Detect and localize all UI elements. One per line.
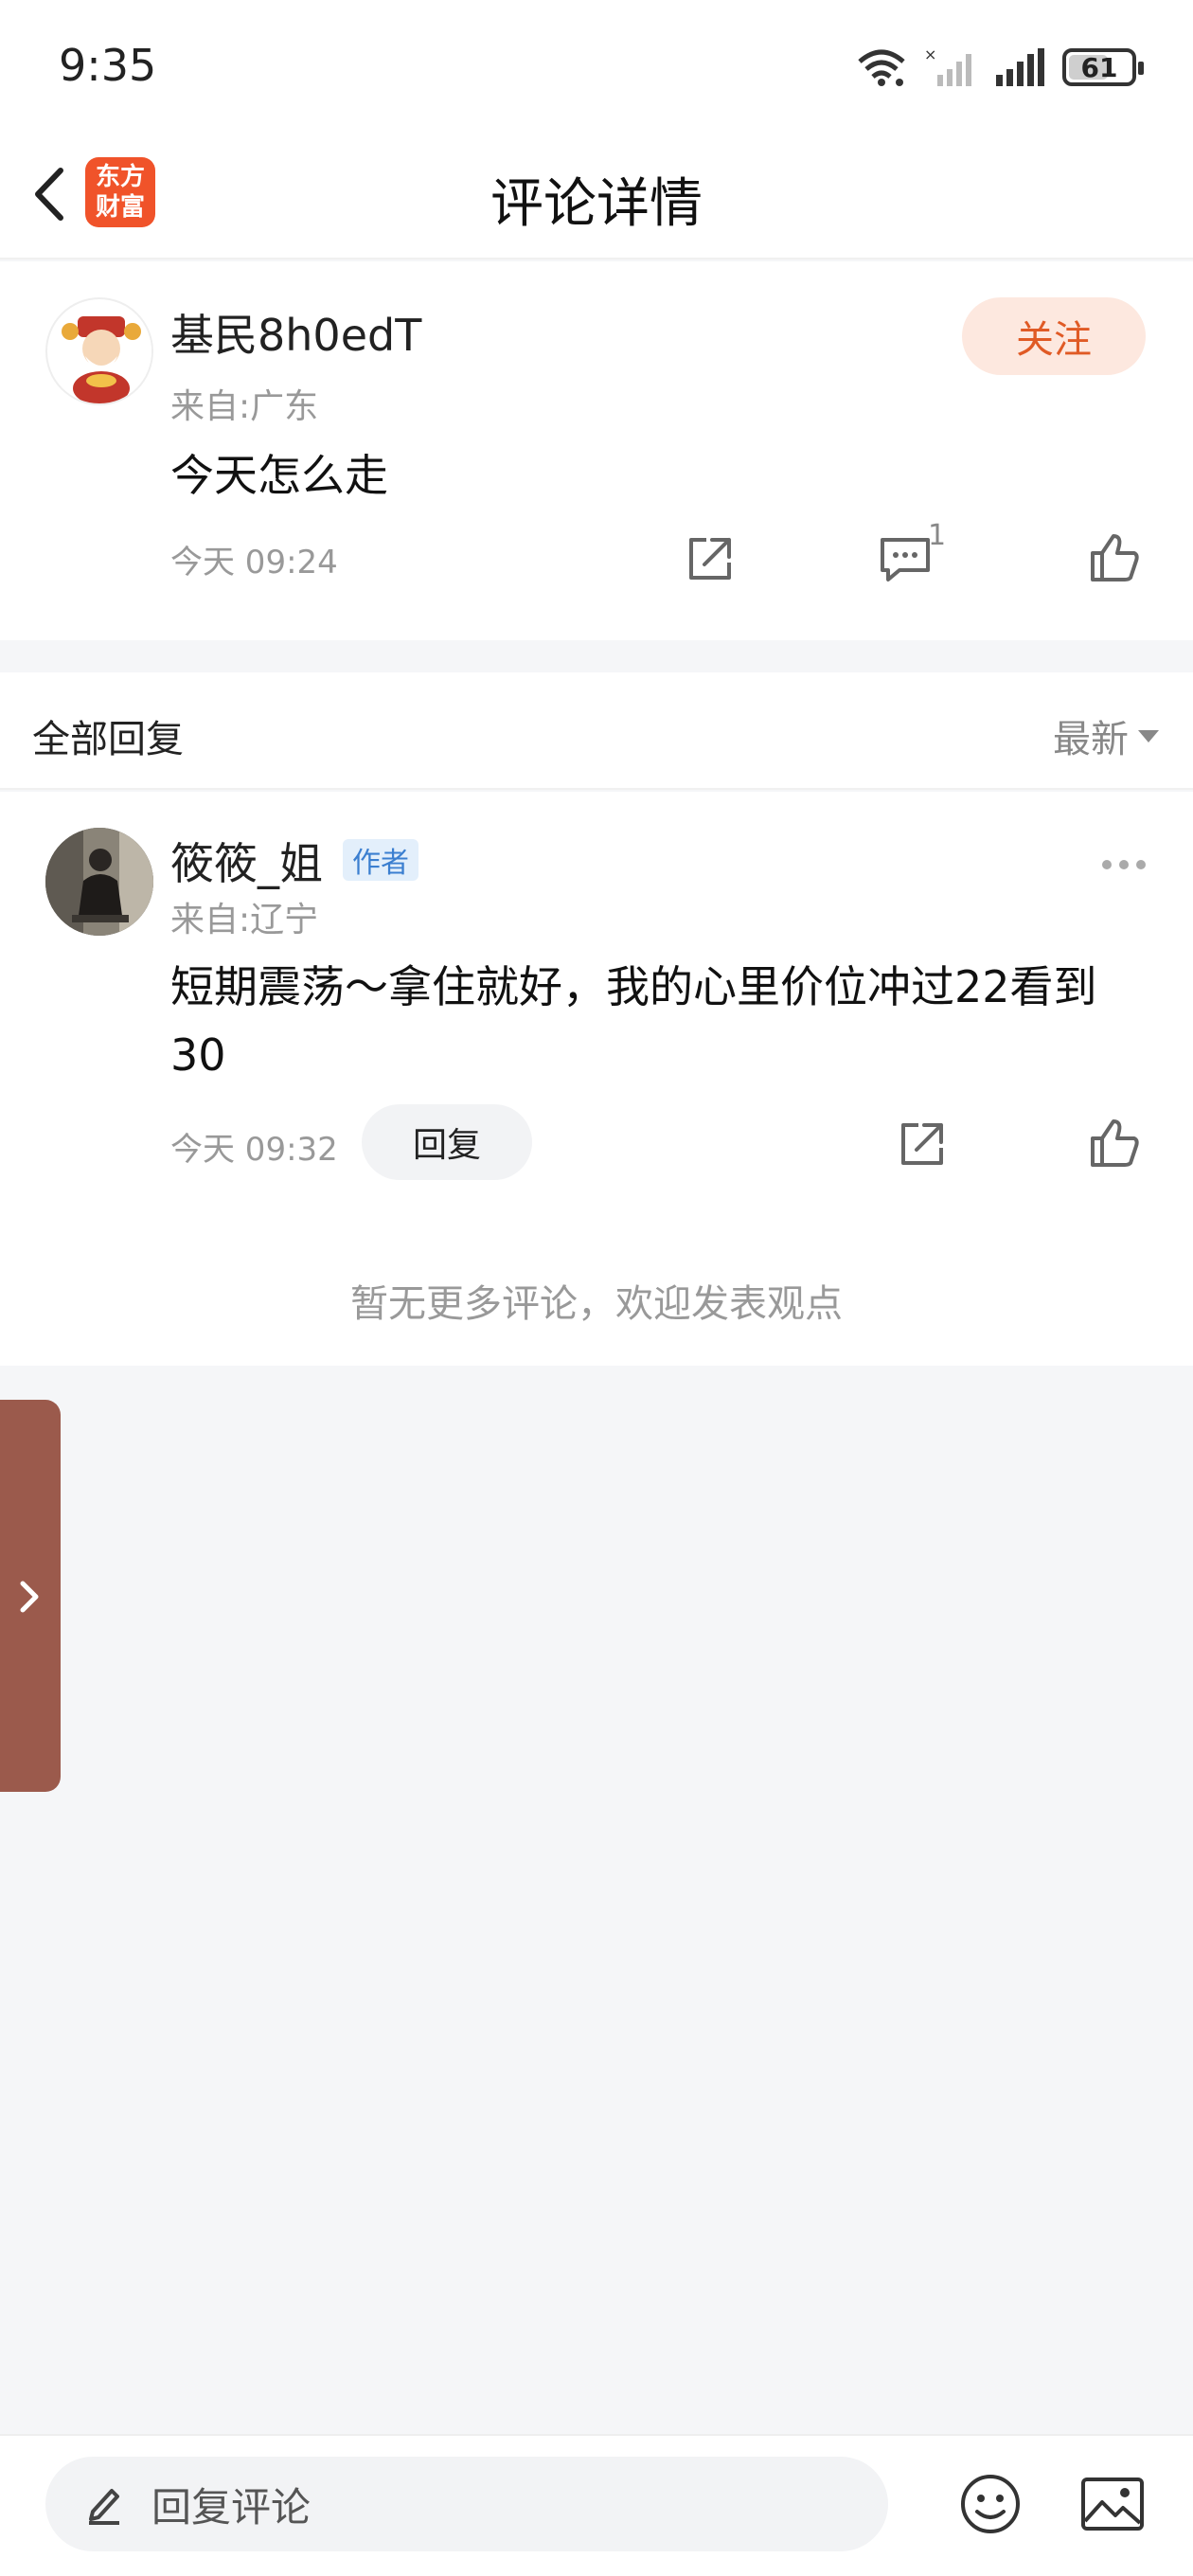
avatar[interactable] — [45, 297, 153, 405]
comment-count: 1 — [928, 519, 947, 552]
status-icons: × 61 — [856, 44, 1144, 91]
wifi-icon — [858, 49, 905, 86]
fortune-god-avatar-icon — [48, 300, 151, 403]
reply-input-placeholder: 回复评论 — [151, 2483, 312, 2531]
svg-text:×: × — [924, 46, 936, 63]
replies-header: 全部回复 最新 — [0, 672, 1193, 790]
chevron-right-icon — [20, 1581, 39, 1613]
reply-content: 短期震荡～拿住就好，我的心里价位冲过22看到30 — [170, 961, 1097, 1081]
comment-detail-page: 9:35 × 61 东方财富 评论详情 基民8h0edT 来自:广东 今天怎么走… — [0, 0, 1193, 2576]
pencil-icon — [89, 2489, 119, 2525]
comment-time: 今天 09:24 — [170, 544, 338, 581]
status-bar: 9:35 × 61 — [0, 0, 1193, 133]
triangle-down-icon — [1138, 729, 1159, 742]
avatar[interactable] — [45, 828, 153, 936]
author-badge: 作者 — [343, 839, 418, 881]
emoji-icon[interactable] — [958, 2472, 1023, 2536]
comment-author[interactable]: 基民8h0edT — [170, 301, 421, 364]
reply-time: 今天 09:32 — [170, 1131, 338, 1169]
reply-input[interactable]: 回复评论 — [45, 2457, 888, 2551]
image-icon[interactable] — [1079, 2474, 1146, 2534]
main-comment: 基民8h0edT 来自:广东 今天怎么走 今天 09:24 关注 1 — [0, 261, 1193, 640]
battery-icon: 61 — [1062, 48, 1144, 86]
follow-button[interactable]: 关注 — [962, 297, 1146, 375]
share-icon[interactable] — [684, 532, 737, 585]
page-title: 评论详情 — [490, 173, 703, 235]
signal-off-icon: × — [924, 46, 971, 86]
user-photo-avatar-icon — [45, 828, 153, 936]
empty-hint: 暂无更多评论，欢迎发表观点 — [350, 1282, 843, 1326]
battery-level: 61 — [1080, 51, 1118, 83]
comment-location: 来自:广东 — [170, 387, 319, 426]
nav-bar: 东方财富 评论详情 — [0, 133, 1193, 259]
replies-title: 全部回复 — [32, 718, 184, 761]
signal-icon — [996, 48, 1044, 86]
share-icon[interactable] — [896, 1118, 949, 1171]
side-drawer-tab[interactable] — [0, 1400, 61, 1792]
thumbs-up-icon[interactable] — [1087, 1116, 1142, 1171]
reply-location: 来自:辽宁 — [170, 901, 319, 939]
comment-icon[interactable] — [877, 532, 934, 585]
sort-label: 最新 — [1053, 718, 1129, 761]
more-options-icon[interactable] — [1102, 860, 1146, 869]
bottom-bar: 回复评论 — [0, 2434, 1193, 2576]
reply-author[interactable]: 筱筱_姐 — [170, 830, 323, 892]
comment-content: 今天怎么走 — [170, 450, 388, 501]
sort-dropdown[interactable]: 最新 — [1053, 708, 1159, 763]
reply-button[interactable]: 回复 — [362, 1104, 532, 1180]
reply-item: 筱筱_姐 作者 来自:辽宁 短期震荡～拿住就好，我的心里价位冲过22看到30 今… — [0, 792, 1193, 1366]
status-time: 9:35 — [59, 40, 157, 91]
thumbs-up-icon[interactable] — [1087, 530, 1142, 585]
